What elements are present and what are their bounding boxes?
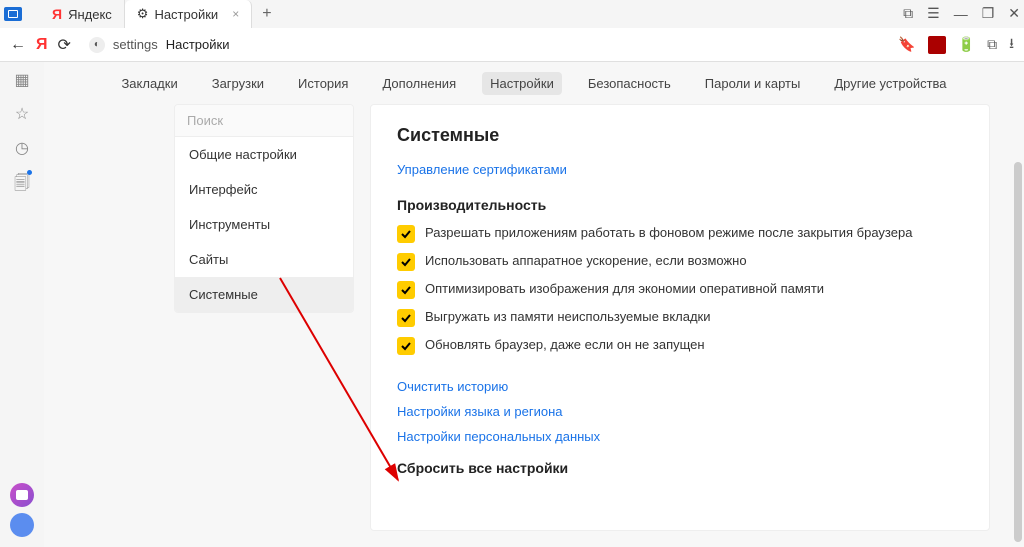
checkbox[interactable] bbox=[397, 337, 415, 355]
checkbox-label: Разрешать приложениям работать в фоновом… bbox=[425, 225, 912, 240]
close-button[interactable]: ✕ bbox=[1008, 5, 1020, 22]
tab-label: Яндекс bbox=[68, 7, 112, 22]
copy-icon[interactable]: ⧉ bbox=[987, 36, 997, 53]
bookmark-icon[interactable]: 🔖 bbox=[898, 36, 915, 53]
back-button[interactable]: ← bbox=[10, 36, 26, 54]
minimize-button[interactable]: — bbox=[954, 6, 968, 22]
address-bar: ← Я ⟳ ◐ settings Настройки 🔖 🔋 ⧉ ⭳ bbox=[0, 28, 1024, 62]
app-icon bbox=[4, 7, 22, 21]
topnav-bookmarks[interactable]: Закладки bbox=[113, 72, 185, 95]
checkbox[interactable] bbox=[397, 253, 415, 271]
tab-yandex[interactable]: Я Яндекс bbox=[40, 0, 125, 28]
clear-history-link[interactable]: Очистить историю bbox=[397, 379, 963, 394]
topnav-addons[interactable]: Дополнения bbox=[374, 72, 464, 95]
checkbox-label: Обновлять браузер, даже если он не запущ… bbox=[425, 337, 705, 352]
topnav-devices[interactable]: Другие устройства bbox=[826, 72, 954, 95]
topnav-downloads[interactable]: Загрузки bbox=[204, 72, 272, 95]
scrollbar[interactable] bbox=[1014, 162, 1022, 542]
checkbox-row: Оптимизировать изображения для экономии … bbox=[397, 281, 963, 299]
left-rail: ▦ ☆ ◷ 🗐 bbox=[0, 62, 44, 547]
topnav-passwords[interactable]: Пароли и карты bbox=[697, 72, 809, 95]
language-link[interactable]: Настройки языка и региона bbox=[397, 404, 963, 419]
url-segment: Настройки bbox=[166, 37, 230, 52]
tab-label: Настройки bbox=[154, 7, 218, 22]
maximize-button[interactable]: ❐ bbox=[982, 5, 995, 22]
tab-strip: Я Яндекс ⚙ Настройки × + bbox=[0, 0, 1024, 28]
performance-title: Производительность bbox=[397, 197, 963, 213]
checkbox-row: Обновлять браузер, даже если он не запущ… bbox=[397, 337, 963, 355]
battery-icon[interactable]: 🔋 bbox=[958, 36, 975, 53]
tab-close-icon[interactable]: × bbox=[232, 7, 239, 21]
address-input[interactable]: ◐ settings Настройки bbox=[81, 33, 888, 57]
sidebar-item-sites[interactable]: Сайты bbox=[175, 242, 353, 277]
grid-icon[interactable]: ▦ bbox=[14, 70, 29, 90]
checkbox[interactable] bbox=[397, 309, 415, 327]
topnav-settings[interactable]: Настройки bbox=[482, 72, 562, 95]
download-icon[interactable]: ⭳ bbox=[1009, 33, 1014, 57]
checkbox[interactable] bbox=[397, 225, 415, 243]
notes-icon[interactable]: 🗐 bbox=[14, 172, 30, 199]
reset-settings-link[interactable]: Сбросить все настройки bbox=[397, 460, 963, 476]
settings-main-panel: Системные Управление сертификатами Произ… bbox=[370, 104, 990, 531]
clock-icon[interactable]: ◷ bbox=[15, 138, 29, 158]
content-area: Закладки Загрузки История Дополнения Нас… bbox=[44, 62, 1024, 547]
sidebar-item-general[interactable]: Общие настройки bbox=[175, 137, 353, 172]
search-input[interactable]: Поиск bbox=[175, 105, 353, 137]
star-icon[interactable]: ☆ bbox=[15, 104, 29, 124]
cert-link[interactable]: Управление сертификатами bbox=[397, 162, 963, 177]
sidebar-item-system[interactable]: Системные bbox=[175, 277, 353, 312]
section-title: Системные bbox=[397, 125, 963, 146]
sidebar-item-interface[interactable]: Интерфейс bbox=[175, 172, 353, 207]
checkbox-label: Использовать аппаратное ускорение, если … bbox=[425, 253, 747, 268]
checkbox-row: Разрешать приложениям работать в фоновом… bbox=[397, 225, 963, 243]
menu-icon[interactable]: ☰ bbox=[927, 5, 940, 22]
yandex-icon: Я bbox=[52, 6, 62, 22]
checkbox-label: Выгружать из памяти неиспользуемые вклад… bbox=[425, 309, 711, 324]
assistant-icon[interactable] bbox=[10, 513, 34, 537]
new-tab-button[interactable]: + bbox=[252, 5, 281, 23]
personal-data-link[interactable]: Настройки персональных данных bbox=[397, 429, 963, 444]
checkbox-row: Выгружать из памяти неиспользуемые вклад… bbox=[397, 309, 963, 327]
checkbox[interactable] bbox=[397, 281, 415, 299]
checkbox-row: Использовать аппаратное ускорение, если … bbox=[397, 253, 963, 271]
alice-icon[interactable] bbox=[10, 483, 34, 507]
yandex-home-button[interactable]: Я bbox=[36, 36, 48, 54]
tab-settings[interactable]: ⚙ Настройки × bbox=[125, 0, 252, 28]
topnav-history[interactable]: История bbox=[290, 72, 356, 95]
site-info-icon[interactable]: ◐ bbox=[89, 37, 105, 53]
reload-button[interactable]: ⟳ bbox=[58, 35, 71, 55]
settings-top-nav: Закладки Загрузки История Дополнения Нас… bbox=[44, 62, 1024, 104]
checkbox-label: Оптимизировать изображения для экономии … bbox=[425, 281, 824, 296]
sidebar-item-tools[interactable]: Инструменты bbox=[175, 207, 353, 242]
topnav-security[interactable]: Безопасность bbox=[580, 72, 679, 95]
gear-icon: ⚙ bbox=[137, 6, 149, 22]
extension-icon[interactable] bbox=[928, 36, 946, 54]
reader-icon[interactable]: ⧉ bbox=[903, 5, 913, 22]
settings-sidebar: Поиск Общие настройки Интерфейс Инструме… bbox=[174, 104, 354, 313]
url-segment: settings bbox=[113, 37, 158, 52]
